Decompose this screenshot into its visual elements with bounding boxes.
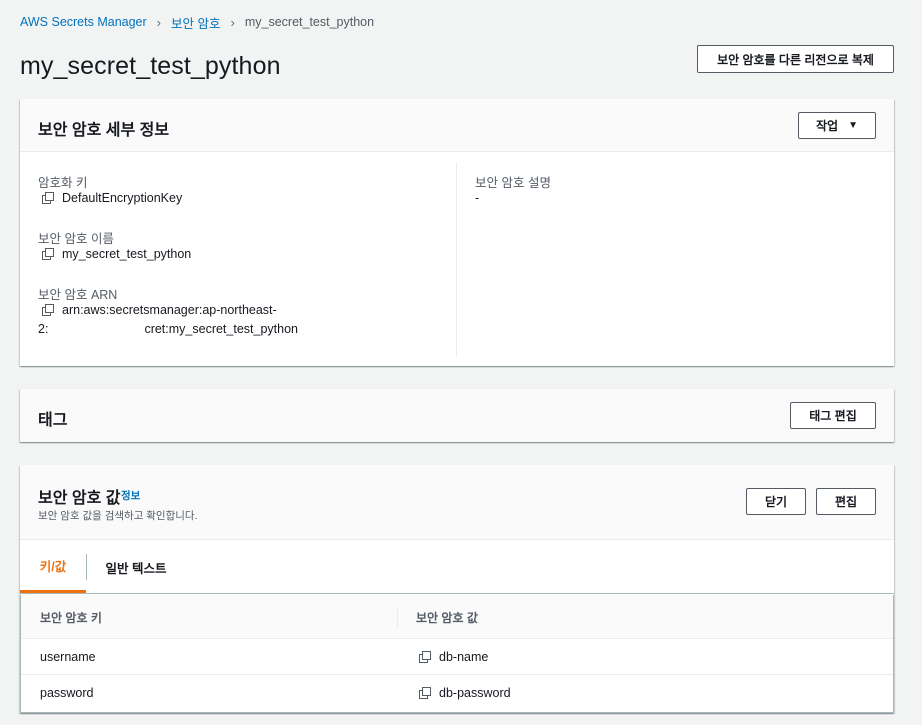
secret-name-label: 보안 암호 이름 xyxy=(38,232,114,246)
secret-value-text: db-name xyxy=(439,650,489,664)
column-divider xyxy=(397,607,398,629)
encryption-key-value: DefaultEncryptionKey xyxy=(42,191,182,205)
breadcrumb-current: my_secret_test_python xyxy=(244,15,375,29)
secret-value-cell: db-password xyxy=(419,686,511,700)
chevron-right-icon: › xyxy=(230,14,235,30)
secret-arn-line2-prefix: 2: xyxy=(38,322,49,336)
secret-arn-line2-suffix: cret:my_secret_test_python xyxy=(144,322,298,336)
edit-secret-button[interactable]: 편집 xyxy=(816,488,876,515)
breadcrumb-secrets-manager[interactable]: AWS Secrets Manager xyxy=(20,15,147,29)
column-header-value: 보안 암호 값 xyxy=(416,611,478,625)
table-row: password db-password xyxy=(21,675,893,711)
column-header-key: 보안 암호 키 xyxy=(40,611,102,625)
tags-title: 태그 xyxy=(38,412,68,429)
replicate-secret-button[interactable]: 보안 암호를 다른 리전으로 복제 xyxy=(697,45,894,73)
secret-arn-line2: 2: cret:my_secret_test_python xyxy=(38,322,298,336)
secret-name-value: my_secret_test_python xyxy=(42,247,191,261)
copy-icon[interactable] xyxy=(42,248,54,260)
column-divider xyxy=(456,162,457,356)
secret-key-cell: password xyxy=(40,686,94,700)
secret-value-text: db-password xyxy=(439,686,511,700)
secret-value-tabs: 키/값 일반 텍스트 xyxy=(20,541,894,594)
secret-arn-line1: arn:aws:secretsmanager:ap-northeast- xyxy=(62,303,277,317)
breadcrumb-secrets[interactable]: 보안 암호 xyxy=(171,13,220,32)
secret-arn-value: arn:aws:secretsmanager:ap-northeast- xyxy=(42,303,277,317)
actions-button-label: 작업 xyxy=(816,119,839,133)
tab-key-value[interactable]: 키/값 xyxy=(20,541,86,593)
secret-description-value: - xyxy=(475,191,480,205)
caret-down-icon: ▼ xyxy=(848,120,858,131)
secret-value-subtitle: 보안 암호 값을 검색하고 확인합니다. xyxy=(38,510,198,522)
secret-name-text: my_secret_test_python xyxy=(62,247,192,261)
secret-description-label: 보안 암호 설명 xyxy=(475,176,551,190)
secret-details-title: 보안 암호 세부 정보 xyxy=(38,122,170,139)
chevron-right-icon: › xyxy=(156,14,162,30)
info-link[interactable]: 정보 xyxy=(121,488,140,503)
copy-icon[interactable] xyxy=(419,651,431,663)
secret-arn-label: 보안 암호 ARN xyxy=(38,288,118,302)
tags-panel: 태그 태그 편집 xyxy=(20,389,894,442)
copy-icon[interactable] xyxy=(42,192,54,204)
table-row: username db-name xyxy=(21,639,893,675)
copy-icon[interactable] xyxy=(419,687,431,699)
secret-details-panel: 보안 암호 세부 정보 작업 ▼ 암호화 키 DefaultEncryption… xyxy=(20,99,894,366)
actions-button[interactable]: 작업 ▼ xyxy=(798,112,876,139)
encryption-key-label: 암호화 키 xyxy=(38,176,88,190)
close-button[interactable]: 닫기 xyxy=(746,488,806,515)
secret-value-header: 보안 암호 값 정보 보안 암호 값을 검색하고 확인합니다. 닫기 편집 xyxy=(20,465,894,540)
copy-icon[interactable] xyxy=(42,304,54,316)
secret-value-cell: db-name xyxy=(419,650,488,664)
secret-value-table: 보안 암호 키 보안 암호 값 username db-name passwor… xyxy=(20,595,894,713)
secret-value-panel: 보안 암호 값 정보 보안 암호 값을 검색하고 확인합니다. 닫기 편집 키/… xyxy=(20,465,894,713)
secret-value-title: 보안 암호 값 xyxy=(38,490,121,507)
secret-key-cell: username xyxy=(40,650,96,664)
tab-plaintext[interactable]: 일반 텍스트 xyxy=(87,541,185,593)
table-header: 보안 암호 키 보안 암호 값 xyxy=(21,595,893,639)
secret-details-header: 보안 암호 세부 정보 작업 ▼ xyxy=(20,99,894,152)
page-title: my_secret_test_python xyxy=(20,52,281,80)
breadcrumb: AWS Secrets Manager › 보안 암호 › my_secret_… xyxy=(20,13,375,32)
encryption-key-text: DefaultEncryptionKey xyxy=(62,191,183,205)
edit-tags-button[interactable]: 태그 편집 xyxy=(790,402,876,429)
